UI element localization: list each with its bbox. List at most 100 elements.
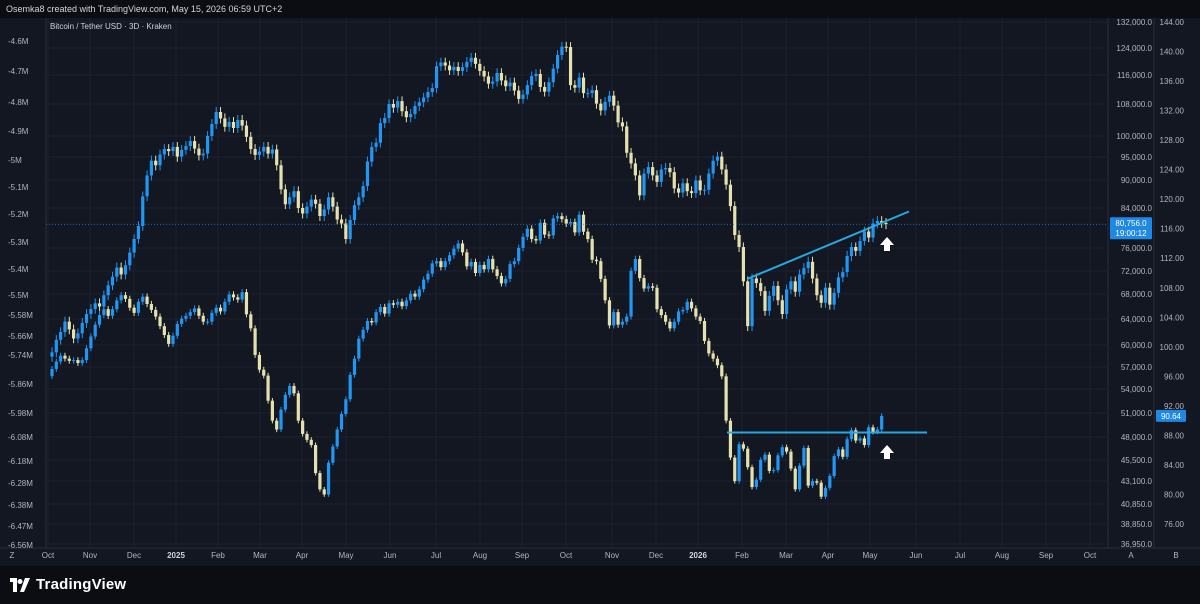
- candle-up: [858, 241, 862, 251]
- left-axis-tick-label: -4.7M: [8, 67, 29, 76]
- candle-down: [819, 482, 823, 497]
- price-chart[interactable]: -4.6M -4.7M -4.8M -4.9M -5M -5.1M -5.2M -5.3M -5…: [0, 18, 1200, 566]
- candle-up: [521, 94, 525, 99]
- left-axis-tick-label: -5.2M: [8, 210, 29, 219]
- candle-up: [534, 73, 538, 77]
- candle-down: [309, 439, 313, 446]
- candle-down: [344, 223, 348, 239]
- candle-down: [689, 301, 694, 309]
- candle-up: [106, 285, 110, 296]
- candle-down: [270, 400, 274, 421]
- candle-down: [249, 136, 253, 150]
- candle-up: [110, 276, 115, 286]
- candle-up: [875, 221, 879, 224]
- price-axis-tick-label: 84,000.0: [1121, 204, 1153, 213]
- candle-down: [391, 303, 395, 305]
- candle-up: [754, 479, 758, 488]
- candle-down: [698, 316, 702, 321]
- candle-down: [720, 156, 724, 170]
- candle-up: [141, 196, 145, 226]
- candle-down: [223, 118, 227, 127]
- right-axis-tick-label: 108.00: [1160, 284, 1185, 293]
- left-axis-tick-label: -5.3M: [8, 238, 29, 247]
- candle-down: [67, 321, 71, 330]
- candle-down: [715, 358, 720, 366]
- candle-down: [67, 358, 71, 361]
- candle-up: [823, 287, 828, 303]
- candle-down: [793, 468, 797, 490]
- last-price-label: 80,756.0: [1115, 219, 1147, 228]
- right-axis-tick-label: 116.00: [1160, 225, 1184, 234]
- right-axis-tick-label: 144.00: [1160, 18, 1185, 27]
- left-axis-tick-label: -6.28M: [8, 479, 33, 488]
- candle-up: [89, 309, 93, 314]
- price-axis-tick-label: 40,850.0: [1121, 500, 1153, 509]
- candle-up: [305, 206, 309, 214]
- candle-up: [180, 149, 184, 157]
- price-axis-tick-label: 72,000.0: [1121, 267, 1153, 276]
- time-axis-tick-label: Jul: [431, 551, 441, 560]
- candle-up: [93, 324, 97, 337]
- time-axis-tick-label: Mar: [253, 551, 267, 560]
- candle-down: [76, 360, 80, 364]
- time-axis-tick-label: May: [862, 551, 877, 560]
- chart-title: Bitcoin / Tether USD · 3D · Kraken: [50, 22, 172, 31]
- candle-down: [728, 184, 733, 207]
- candle-down: [594, 90, 599, 104]
- candle-up: [158, 154, 162, 166]
- candle-up: [422, 279, 426, 290]
- candle-down: [733, 457, 737, 482]
- candle-up: [452, 66, 456, 71]
- candle-down: [815, 278, 819, 296]
- candle-up: [456, 243, 460, 249]
- candle-up: [378, 306, 383, 313]
- candle-up: [508, 264, 512, 279]
- candle-up: [357, 338, 361, 359]
- candle-up: [633, 258, 637, 271]
- candle-up: [646, 286, 650, 289]
- price-axis-tick-label: 43,100.0: [1121, 477, 1153, 486]
- candle-up: [214, 112, 218, 124]
- price-axis-tick-label: 76,000.0: [1121, 244, 1153, 253]
- time-axis-tick-label: Dec: [649, 551, 663, 560]
- right-axis-tick-label: 112.00: [1160, 254, 1184, 263]
- price-axis-tick-label: 108,000.0: [1116, 100, 1152, 109]
- candle-up: [279, 409, 283, 430]
- tradingview-logo[interactable]: TradingView: [10, 576, 126, 593]
- right-axis-tick-label: 132.00: [1160, 107, 1185, 116]
- candle-up: [832, 456, 836, 477]
- candle-up: [335, 429, 339, 447]
- time-axis-tick-label: Oct: [1084, 551, 1097, 560]
- candle-up: [162, 149, 166, 155]
- left-axis-tick-label: -5.58M: [8, 311, 33, 320]
- caption-bar: Osemka8 created with TradingView.com, Ma…: [0, 0, 1200, 18]
- time-axis-tick-label: Sep: [515, 551, 530, 560]
- candle-up: [361, 186, 365, 198]
- left-axis-label: Z: [10, 551, 15, 560]
- right-axis-label: B: [1173, 551, 1178, 560]
- candle-up: [465, 61, 469, 68]
- price-axis-tick-label: 36,950.0: [1121, 540, 1153, 549]
- candle-down: [486, 76, 491, 84]
- candle-up: [136, 301, 141, 313]
- candle-down: [625, 126, 629, 153]
- candle-up: [612, 312, 616, 326]
- candle-up: [858, 438, 862, 441]
- candle-down: [629, 152, 633, 164]
- candle-up: [880, 415, 884, 430]
- candle-down: [724, 169, 728, 185]
- left-axis-tick-label: -5M: [8, 156, 22, 165]
- candle-up: [80, 322, 84, 334]
- left-axis-tick-label: -6.56M: [8, 541, 33, 550]
- candle-up: [452, 248, 456, 256]
- candle-up: [396, 301, 400, 305]
- candle-up: [797, 465, 802, 490]
- candle-down: [322, 489, 326, 495]
- candle-up: [54, 339, 58, 353]
- right-axis-tick-label: 136.00: [1160, 77, 1185, 86]
- candle-down: [668, 321, 672, 329]
- candle-up: [629, 270, 633, 317]
- candle-down: [456, 66, 460, 71]
- candle-up: [737, 444, 741, 482]
- candle-up: [715, 156, 720, 161]
